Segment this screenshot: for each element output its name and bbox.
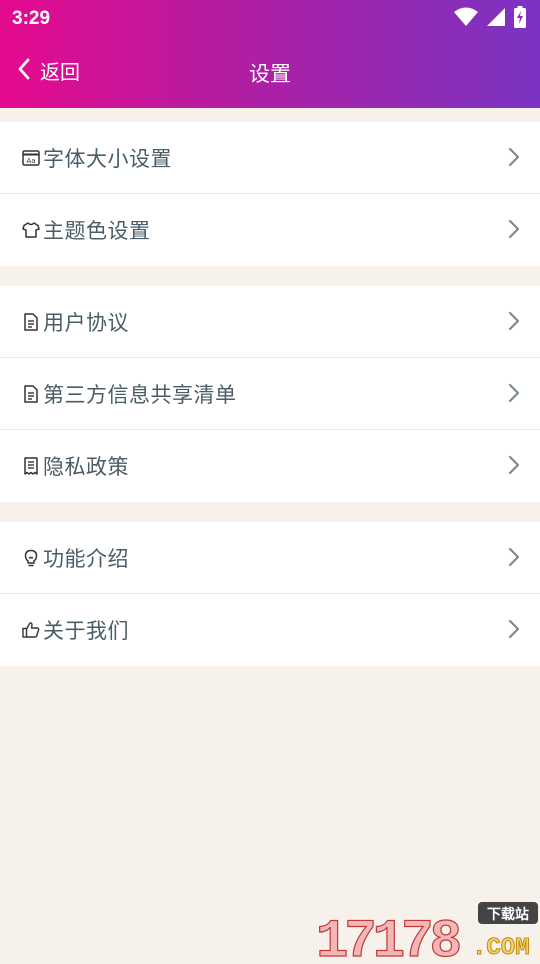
tshirt-icon [22,221,40,239]
feature-intro-item[interactable]: 功能介绍 [0,522,540,594]
chevron-right-icon [508,619,520,643]
font-size-settings-item[interactable]: Aa 字体大小设置 [0,122,540,194]
font-size-icon: Aa [22,149,40,167]
settings-group-legal: 用户协议 第三方信息共享清单 隐私政策 [0,286,540,502]
lightbulb-icon [22,549,40,567]
row-label: 用户协议 [43,310,129,335]
status-time: 3:29 [12,8,51,29]
chevron-right-icon [508,147,520,171]
status-icons [454,6,526,32]
row-label: 隐私政策 [43,455,129,479]
chevron-right-icon [508,547,520,571]
settings-group-display: Aa 字体大小设置 主题色设置 [0,122,540,266]
signal-icon [486,7,506,31]
page-title: 设置 [249,62,291,86]
svg-text:.COM: .COM [472,935,530,960]
svg-text:17178: 17178 [316,912,460,960]
chevron-right-icon [508,219,520,243]
row-label: 关于我们 [43,619,129,643]
battery-charging-icon [514,6,526,32]
nav-bar: 返回 设置 [0,38,540,104]
row-label: 第三方信息共享清单 [43,382,237,407]
status-bar: 3:29 [0,0,540,38]
document-icon [22,384,40,403]
receipt-icon [22,457,40,475]
about-us-item[interactable]: 关于我们 [0,594,540,666]
app-header: 3:29 返回 设置 [0,0,540,108]
row-label: 功能介绍 [43,546,129,571]
row-label: 字体大小设置 [43,146,172,171]
svg-text:下载站: 下载站 [487,906,529,923]
svg-text:Aa: Aa [26,157,35,165]
privacy-policy-item[interactable]: 隐私政策 [0,430,540,502]
document-icon [22,312,40,331]
site-watermark-logo: 17178 下载站 .COM [314,898,540,964]
third-party-sharing-list-item[interactable]: 第三方信息共享清单 [0,358,540,430]
row-label: 主题色设置 [43,219,151,243]
chevron-right-icon [508,455,520,479]
theme-color-settings-item[interactable]: 主题色设置 [0,194,540,266]
settings-group-about: 功能介绍 关于我们 [0,522,540,666]
chevron-right-icon [508,311,520,335]
wifi-icon [454,7,478,31]
user-agreement-item[interactable]: 用户协议 [0,286,540,358]
chevron-right-icon [508,383,520,407]
thumbs-up-icon [22,621,40,639]
